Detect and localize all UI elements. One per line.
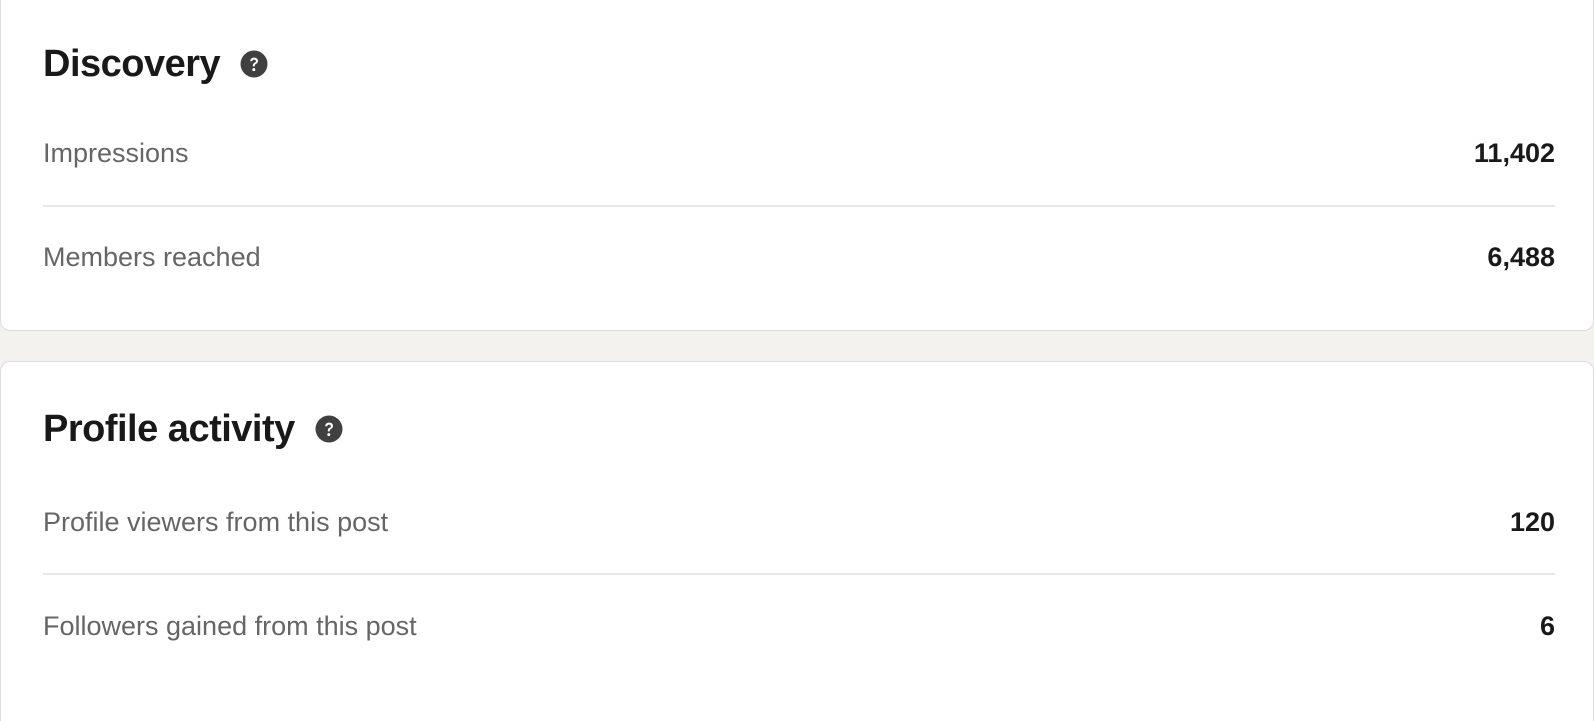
profile-viewers-value: 120 [1509,506,1555,537]
list-item-members-reached: Members reached 6,488 [43,232,1555,282]
followers-gained-label: Followers gained from this post [43,610,417,641]
discovery-card: Discovery Impressions 11,402 Members rea… [0,0,1594,331]
row-divider [43,573,1555,575]
row-divider [43,205,1555,207]
profile-activity-header: Profile activity [43,410,343,448]
list-item-profile-viewers: Profile viewers from this post 120 [43,497,1555,547]
profile-activity-title: Profile activity [43,408,295,450]
profile-viewers-label: Profile viewers from this post [43,506,389,537]
members-reached-label: Members reached [43,241,261,272]
question-circle-icon[interactable] [315,415,343,443]
discovery-title: Discovery [43,43,221,85]
members-reached-value: 6,488 [1487,241,1555,272]
impressions-label: Impressions [43,137,189,168]
question-circle-icon[interactable] [240,50,268,78]
discovery-header: Discovery [43,45,268,83]
list-item-followers-gained: Followers gained from this post 6 [43,601,1555,651]
followers-gained-value: 6 [1539,610,1555,641]
impressions-value: 11,402 [1473,137,1555,168]
list-item-impressions: Impressions 11,402 [43,128,1555,178]
profile-activity-card: Profile activity Profile viewers from th… [0,361,1594,721]
